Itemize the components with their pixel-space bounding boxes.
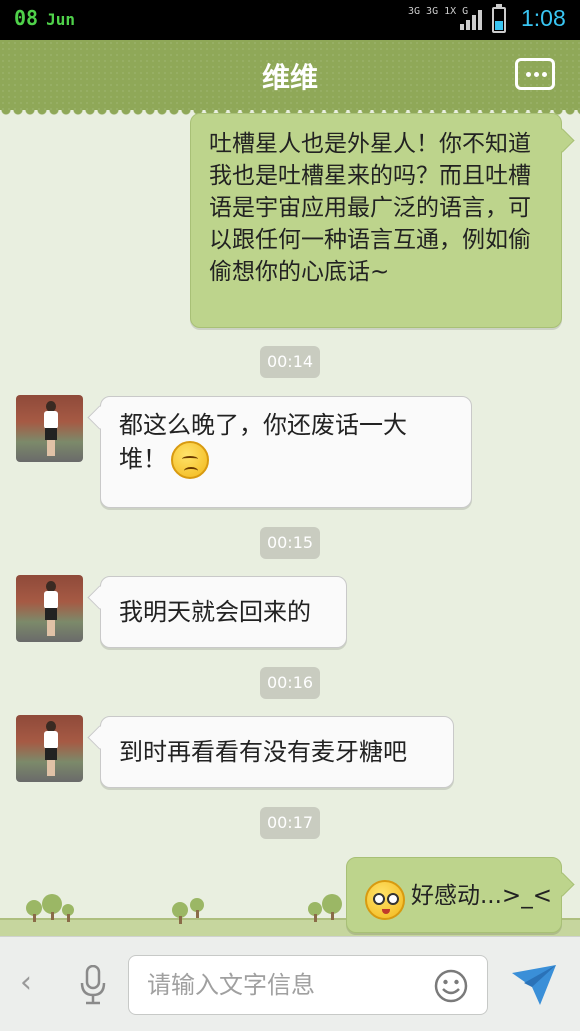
avatar[interactable] — [16, 395, 83, 462]
timestamp: 00:16 — [260, 667, 320, 699]
avatar[interactable] — [16, 575, 83, 642]
signal-icon — [460, 10, 482, 30]
message-input[interactable] — [147, 956, 417, 1014]
send-icon[interactable] — [510, 961, 558, 1007]
status-date: 08 Jun — [14, 6, 75, 30]
timestamp: 00:17 — [260, 807, 320, 839]
status-time: 1:08 — [521, 5, 566, 31]
more-menu-icon[interactable] — [515, 58, 555, 90]
teary-face-emoji-icon — [365, 880, 405, 920]
avatar[interactable] — [16, 715, 83, 782]
timestamp: 00:14 — [260, 346, 320, 378]
status-date-day: 08 — [14, 6, 39, 30]
incoming-message[interactable]: 我明天就会回来的 — [100, 576, 347, 648]
battery-icon — [492, 4, 506, 33]
message-text: 都这么晚了，你还废话一大堆！ — [119, 411, 407, 473]
message-text: 到时再看看有没有麦牙糖吧 — [119, 738, 407, 766]
message-input-box[interactable] — [128, 955, 488, 1015]
chevron-left-icon[interactable]: ‹ — [20, 965, 32, 1000]
microphone-icon[interactable] — [80, 965, 106, 1005]
chat-header: 维维 — [0, 40, 580, 116]
status-date-month: Jun — [46, 10, 75, 29]
chat-title: 维维 — [261, 61, 318, 94]
message-text: 好感动...>_< — [411, 883, 552, 909]
sad-face-emoji-icon — [171, 441, 209, 479]
outgoing-message[interactable]: 好感动...>_< — [346, 857, 562, 933]
timestamp: 00:15 — [260, 527, 320, 559]
message-text: 吐槽星人也是外星人！你不知道我也是吐槽星来的吗？而且吐槽语是宇宙应用最广泛的语言… — [209, 131, 531, 285]
status-bar: 08 Jun 3G 3G 1X G 1:08 — [0, 0, 580, 40]
outgoing-message[interactable]: 吐槽星人也是外星人！你不知道我也是吐槽星来的吗？而且吐槽语是宇宙应用最广泛的语言… — [190, 113, 562, 328]
smiley-icon[interactable] — [433, 968, 469, 1004]
incoming-message[interactable]: 到时再看看有没有麦牙糖吧 — [100, 716, 454, 788]
incoming-message[interactable]: 都这么晚了，你还废话一大堆！ — [100, 396, 472, 508]
input-bar: ‹ — [0, 936, 580, 1031]
message-text: 我明天就会回来的 — [119, 598, 311, 626]
